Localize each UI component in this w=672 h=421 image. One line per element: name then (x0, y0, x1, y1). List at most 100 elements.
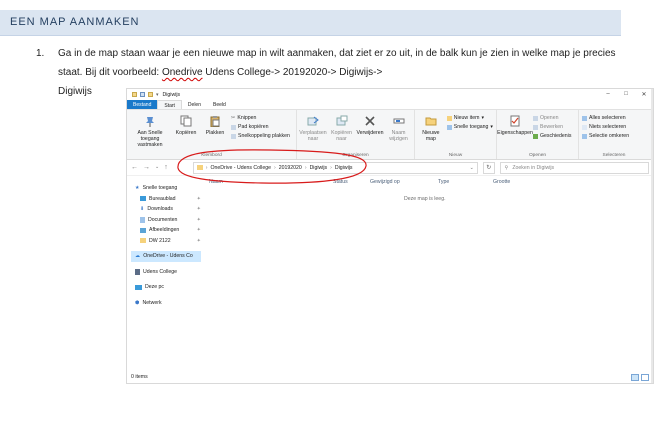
copy-path-button[interactable]: Pad kopiëren (231, 124, 290, 130)
breadcrumb-separator: › (304, 164, 307, 171)
nav-item-pictures[interactable]: Afbeeldingen ✦ (131, 225, 201, 236)
pin-icon: ✦ (196, 216, 201, 223)
properties-icon[interactable] (140, 92, 145, 97)
select-none-button[interactable]: Niets selecteren (582, 124, 629, 130)
nav-label: Afbeeldingen (149, 227, 180, 234)
recent-chevron-icon[interactable]: ⌄ (155, 164, 159, 171)
scrollbar[interactable] (651, 89, 653, 383)
open-button[interactable]: Openen (533, 115, 571, 121)
nav-item-onedrive[interactable]: ☁ OneDrive - Udens Co (131, 251, 201, 262)
delete-label: Verwijderen (356, 130, 384, 136)
folder-icon (196, 165, 203, 170)
nav-item-this-pc[interactable]: Deze pc (131, 282, 201, 293)
search-input[interactable]: ⚲ Zoeken in Digiwijs (499, 161, 649, 174)
cut-label: Knippen (237, 115, 257, 121)
title-bar: ▾ Digiwijs – □ ✕ (127, 89, 653, 100)
status-bar: 0 items (127, 371, 653, 383)
address-bar[interactable]: › OneDrive - Udens College › 20192020 › … (192, 161, 478, 174)
tab-delen[interactable]: Delen (182, 100, 207, 109)
column-name[interactable]: Naam (209, 179, 223, 185)
file-explorer-screenshot: ▾ Digiwijs – □ ✕ Bestand Start Delen Bee… (126, 88, 654, 384)
up-arrow-icon[interactable]: ↑ (164, 164, 168, 171)
chevron-down-icon[interactable]: ▾ (156, 92, 159, 98)
paste-shortcut-button[interactable]: Snelkoppeling plakken (231, 133, 290, 139)
copy-icon (180, 115, 192, 127)
column-size[interactable]: Grootte (493, 179, 510, 185)
cut-button[interactable]: ✂ Knippen (231, 115, 290, 121)
pin-icon: ✦ (196, 206, 201, 213)
history-label: Geschiedenis (540, 133, 572, 139)
cloud-icon: ☁ (135, 253, 141, 260)
breadcrumb-onedrive[interactable]: OneDrive - Udens College (210, 165, 271, 171)
invert-selection-button[interactable]: Selectie omkeren (582, 133, 629, 139)
chevron-down-icon: ▾ (481, 115, 485, 121)
move-label: Verplaatsen naar (299, 130, 327, 142)
pin-icon (146, 117, 154, 127)
nav-item-desktop[interactable]: Bureaublad ✦ (131, 194, 201, 205)
edit-button[interactable]: Bewerken (533, 124, 571, 130)
nav-item-documents[interactable]: Documenten ✦ (131, 215, 201, 226)
ribbon-group-open: Eigenschappen Openen Bewerken Geschieden… (497, 110, 579, 159)
chevron-down-icon[interactable]: ⌄ (470, 165, 477, 171)
easy-access-button[interactable]: Snelle toegang ▾ (446, 124, 493, 130)
column-status[interactable]: Status (333, 179, 348, 185)
column-modified[interactable]: Gewijzigd op (370, 179, 400, 185)
forward-arrow-icon[interactable]: → (143, 164, 150, 171)
tab-bestand[interactable]: Bestand (127, 100, 158, 109)
group-name-clipboard: Klembord (201, 153, 222, 158)
ribbon-group-clipboard: Aan Snelle toegang vastmaken Kopiëren Pl… (127, 110, 297, 159)
item-count: 0 items (131, 374, 148, 380)
clipboard-icon (210, 116, 220, 127)
nav-item-network[interactable]: ⬢ Netwerk (131, 298, 201, 309)
chevron-down-icon: ▾ (490, 124, 493, 130)
quick-access-toolbar: ▾ (132, 92, 159, 98)
new-item-button[interactable]: Nieuw item ▾ (446, 115, 493, 121)
nav-item-quick-access[interactable]: ★ Snelle toegang (131, 183, 201, 194)
breadcrumb-20192020[interactable]: 20192020 (279, 165, 302, 171)
copy-label: Kopiëren (175, 130, 197, 136)
nav-item-downloads[interactable]: ⬇ Downloads ✦ (131, 204, 201, 215)
properties-label: Eigenschappen (497, 130, 533, 136)
ribbon-tabs: Bestand Start Delen Beeld (127, 100, 653, 110)
new-folder-icon[interactable] (148, 92, 153, 97)
tiles-view-icon[interactable] (641, 373, 649, 381)
group-name-select: Selecteren (602, 153, 626, 158)
breadcrumb-separator: › (205, 164, 208, 171)
breadcrumb-digiwijs[interactable]: Digiwijs (310, 165, 328, 171)
nav-item-udens-college[interactable]: Udens College (131, 267, 201, 278)
ribbon-group-organize: Verplaatsen naar Kopiëren naar Verwijder… (297, 110, 415, 159)
move-icon (307, 116, 319, 126)
nav-item-dw2122[interactable]: DW 2122 ✦ (131, 236, 201, 247)
minimize-button[interactable]: – (599, 91, 617, 98)
pin-icon: ✦ (196, 227, 201, 234)
pc-icon (135, 284, 142, 290)
maximize-button[interactable]: □ (617, 91, 635, 98)
select-all-button[interactable]: Alles selecteren (582, 115, 629, 121)
copy-to-icon (336, 115, 347, 126)
folder-icon (140, 238, 146, 244)
ribbon-group-new: Nieuwe map Nieuw item ▾ Snelle toegang ▾ N… (415, 110, 497, 159)
ribbon: Aan Snelle toegang vastmaken Kopiëren Pl… (127, 110, 653, 160)
nav-label: Udens College (143, 268, 178, 275)
history-button[interactable]: Geschiedenis (533, 133, 571, 139)
rename-icon (393, 118, 404, 124)
pin-icon: ✦ (196, 195, 201, 202)
copy-to-label: Kopiëren naar (331, 130, 352, 142)
refresh-button[interactable]: ↻ (482, 161, 495, 174)
tab-start[interactable]: Start (157, 100, 182, 109)
spellcheck-word: Onedrive (161, 67, 203, 78)
breadcrumb-separator: › (330, 164, 332, 171)
tab-beeld[interactable]: Beeld (207, 100, 232, 109)
column-type[interactable]: Type (438, 179, 449, 185)
download-icon: ⬇ (140, 206, 145, 213)
refresh-icon: ↻ (486, 164, 492, 171)
details-view-icon[interactable] (631, 373, 639, 381)
select-none-icon (582, 124, 587, 130)
edit-icon (533, 124, 538, 130)
section-heading: EEN MAP AANMAKEN (0, 10, 621, 36)
delete-icon (365, 116, 375, 126)
group-name-open: Openen (528, 153, 547, 158)
breadcrumb-digiwijs-current[interactable]: Digiwijs (335, 165, 353, 171)
step-text-after: Udens College-> 20192020-> Digiwijs-> (202, 67, 383, 78)
back-arrow-icon[interactable]: ← (131, 164, 138, 171)
